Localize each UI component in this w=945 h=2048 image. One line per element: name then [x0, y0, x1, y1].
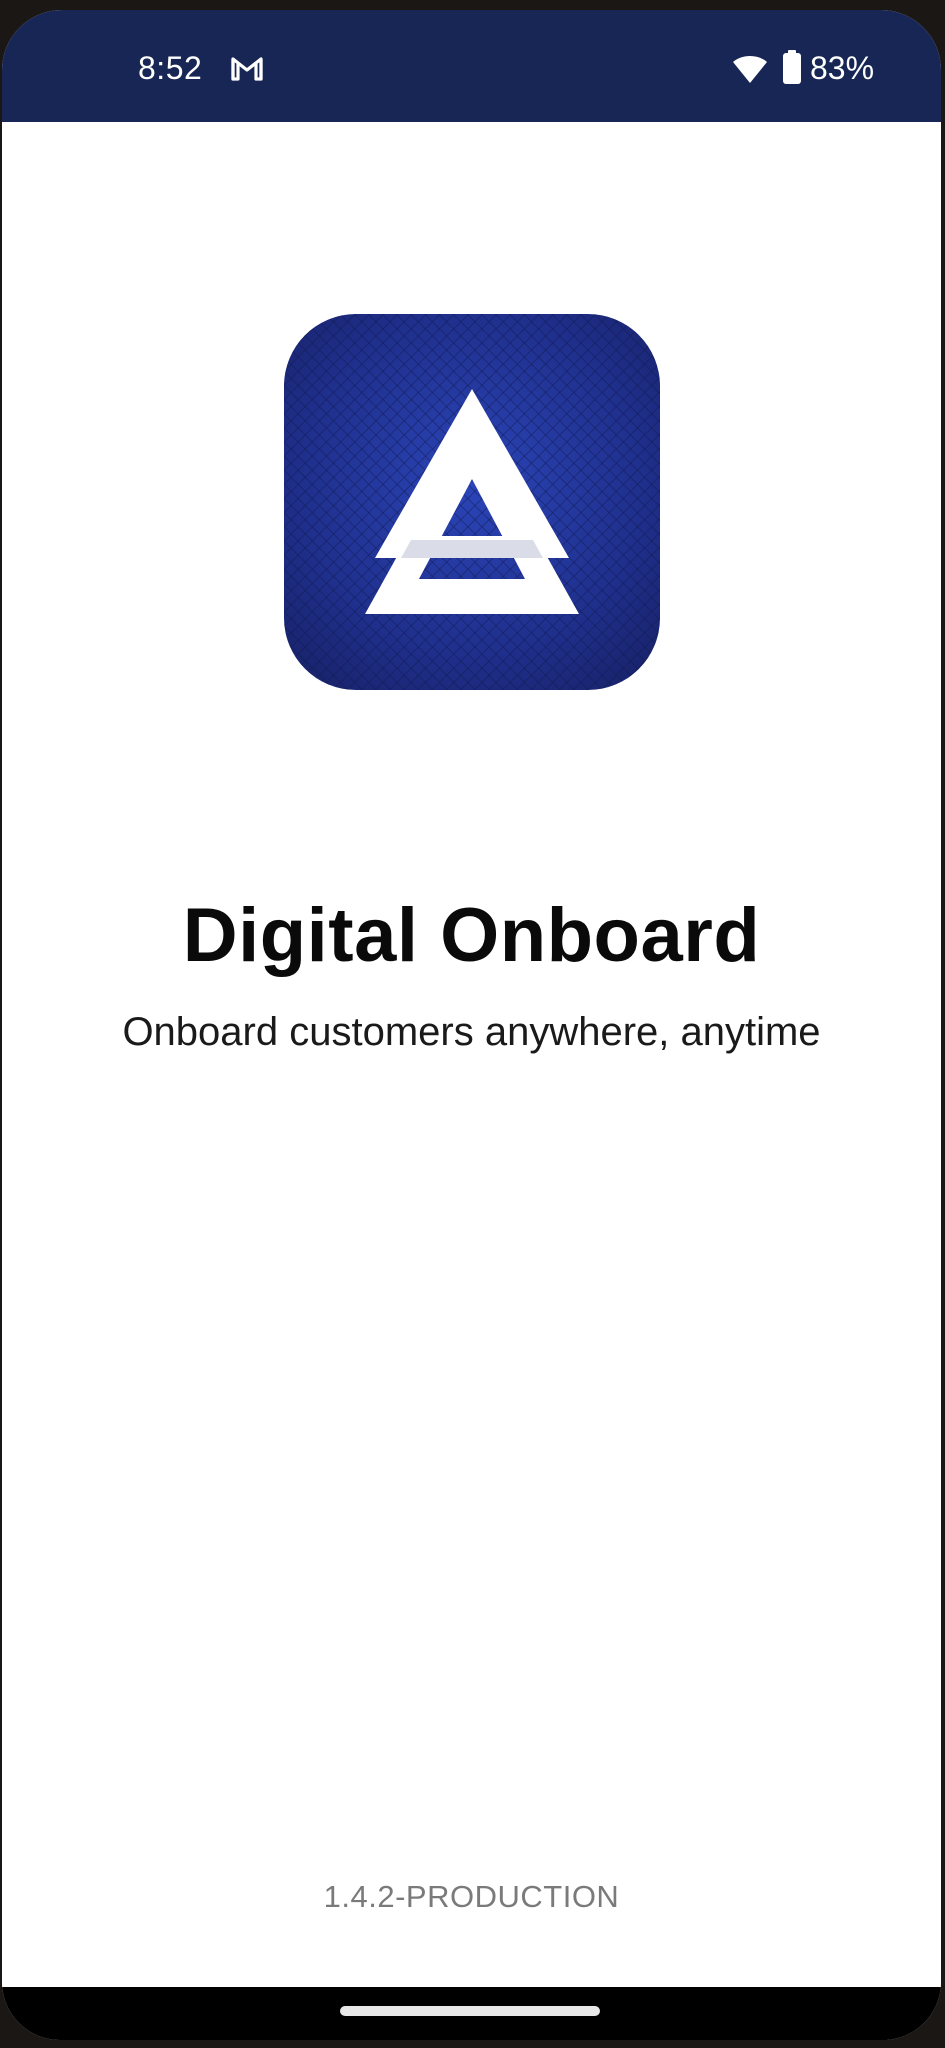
- splash-screen: Digital Onboard Onboard customers anywhe…: [2, 122, 941, 1987]
- app-title: Digital Onboard: [182, 893, 761, 978]
- app-tagline: Onboard customers anywhere, anytime: [122, 1010, 821, 1054]
- home-gesture-bar[interactable]: [340, 2006, 600, 2016]
- status-time: 8:52: [138, 50, 203, 86]
- app-version: 1.4.2-PRODUCTION: [323, 1879, 620, 1914]
- triangle-logo-icon: [284, 314, 660, 690]
- battery-percent: 83%: [810, 50, 875, 86]
- wifi-icon: [733, 56, 767, 83]
- status-bar: 8:52 83%: [2, 10, 941, 122]
- screen: 8:52 83% Digital Onboard Onboard custome…: [2, 10, 941, 2040]
- phone-frame: 8:52 83% Digital Onboard Onboard custome…: [0, 0, 945, 2048]
- battery-icon: [783, 50, 801, 84]
- gmail-icon: [231, 57, 263, 81]
